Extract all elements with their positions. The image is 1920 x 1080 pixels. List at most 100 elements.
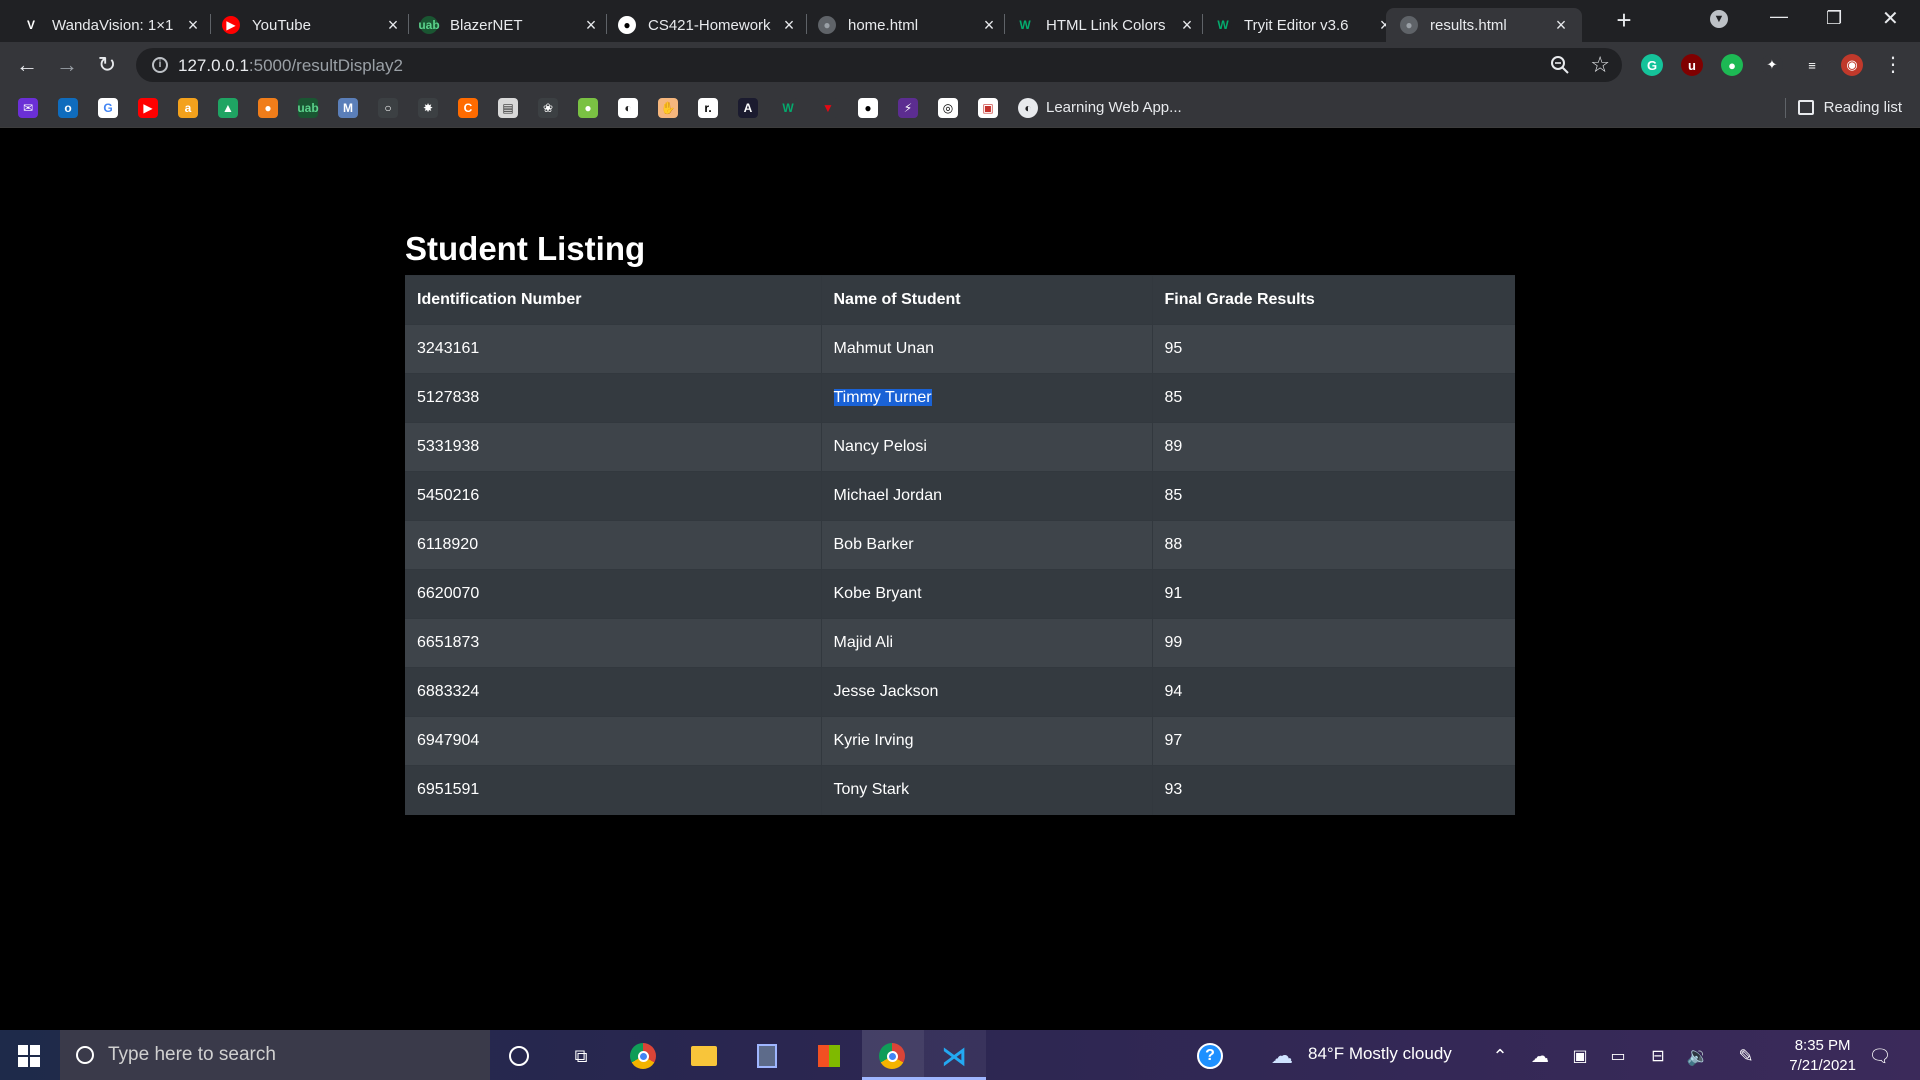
tab-close-icon[interactable]: × [980, 16, 998, 34]
bookmark-icon[interactable]: M [338, 98, 358, 118]
address-bar[interactable]: i 127.0.0.1:5000/resultDisplay2 ☆ [136, 48, 1622, 82]
extension-icon[interactable]: ◉ [1841, 54, 1863, 76]
bookmark-icon[interactable]: ▼ [818, 98, 838, 118]
tab-4[interactable]: ● CS421-Homework × [618, 8, 798, 42]
tab-6[interactable]: W HTML Link Colors × [1016, 8, 1196, 42]
cell-id-text: 5331938 [417, 438, 480, 455]
minimize-icon[interactable]: — [1770, 6, 1788, 27]
cell-grade-text: 97 [1164, 732, 1183, 749]
zoom-icon[interactable] [1550, 55, 1570, 75]
weather-cloud-icon[interactable]: ☁ [1268, 1042, 1296, 1070]
bookmark-icon[interactable]: ❀ [538, 98, 558, 118]
bookmark-icon[interactable]: o [58, 98, 78, 118]
url-text[interactable]: 127.0.0.1:5000/resultDisplay2 [178, 56, 403, 76]
bookmark-icon[interactable]: C [458, 98, 478, 118]
task-view-icon[interactable]: ⧉ [567, 1042, 595, 1070]
tab-1[interactable]: V WandaVision: 1×1 × [22, 8, 202, 42]
chrome-window-taskbar-icon[interactable] [878, 1042, 906, 1070]
cell-name-text: Kyrie Irving [833, 732, 914, 749]
file-explorer-icon[interactable] [690, 1042, 718, 1070]
tab-2[interactable]: ▶ YouTube × [222, 8, 402, 42]
bookmark-icon[interactable]: ▣ [978, 98, 998, 118]
bookmark-icon[interactable]: ● [258, 98, 278, 118]
new-tab-button[interactable]: + [1612, 7, 1636, 34]
extension-icon[interactable]: ≡ [1801, 54, 1823, 76]
bookmark-icon[interactable]: ○ [378, 98, 398, 118]
cell-grade: 88 [1151, 520, 1515, 570]
tab-close-icon[interactable]: × [1552, 16, 1570, 34]
extension-icon[interactable]: ● [1721, 54, 1743, 76]
bookmark-icon[interactable]: G [98, 98, 118, 118]
bookmark-icon[interactable]: uab [297, 98, 319, 118]
more-menu-icon[interactable]: ⋮ [1880, 52, 1906, 78]
extension-icon[interactable]: G [1641, 54, 1663, 76]
tray-chevron-icon[interactable]: ⌃ [1486, 1042, 1514, 1070]
chrome-taskbar-icon[interactable] [629, 1042, 657, 1070]
bookmark-icon[interactable]: ✉ [18, 98, 38, 118]
bookmark-icon[interactable]: ▤ [498, 98, 518, 118]
reading-list-label: Reading list [1823, 99, 1902, 116]
extension-icon[interactable]: ✦ [1761, 54, 1783, 76]
site-info-icon[interactable]: i [152, 57, 168, 73]
help-icon[interactable]: ? [1196, 1042, 1224, 1070]
meet-now-icon[interactable]: ▣ [1566, 1042, 1594, 1070]
reload-icon[interactable]: ↻ [94, 52, 120, 78]
onedrive-icon[interactable]: ☁ [1526, 1042, 1554, 1070]
bookmark-icon[interactable]: ✋ [658, 98, 678, 118]
bookmark-folder-icon[interactable]: ◐ [1018, 98, 1038, 118]
browser-toolbar: ← → ↻ i 127.0.0.1:5000/resultDisplay2 ☆ … [0, 42, 1920, 88]
network-icon[interactable]: ⊟ [1644, 1042, 1672, 1070]
bookmark-star-icon[interactable]: ☆ [1590, 52, 1610, 78]
bookmark-icon[interactable]: W [778, 98, 798, 118]
tab-3[interactable]: uab BlazerNET × [418, 8, 600, 42]
cell-name: Majid Ali [820, 618, 1152, 668]
clock-date: 7/21/2021 [1789, 1057, 1856, 1074]
column-header-grade: Final Grade Results [1151, 275, 1515, 325]
bookmark-icon[interactable]: ◎ [938, 98, 958, 118]
taskbar-clock[interactable]: 8:35 PM 7/21/2021 [1789, 1036, 1856, 1076]
taskbar-search-box[interactable]: Type here to search [60, 1030, 490, 1080]
extension-icon[interactable]: u [1681, 54, 1703, 76]
battery-icon[interactable]: ▭ [1604, 1042, 1632, 1070]
bookmark-icon[interactable]: A [738, 98, 758, 118]
windows-start-icon[interactable] [18, 1045, 40, 1067]
cell-id-text: 6118920 [417, 536, 479, 553]
bookmark-icon[interactable]: a [178, 98, 198, 118]
url-path: :5000/resultDisplay2 [248, 56, 403, 75]
tab-8[interactable]: ● results.html × [1386, 8, 1582, 42]
tab-close-icon[interactable]: × [780, 16, 798, 34]
tab-5[interactable]: ● home.html × [818, 8, 998, 42]
bookmark-icon[interactable]: ▲ [218, 98, 238, 118]
tab-close-icon[interactable]: × [384, 16, 402, 34]
cell-name-text: Kobe Bryant [833, 585, 922, 602]
bookmark-icon[interactable]: r. [698, 98, 718, 118]
restore-icon[interactable]: ❐ [1826, 8, 1842, 29]
tab-7[interactable]: W Tryit Editor v3.6 × [1214, 8, 1394, 42]
pen-icon[interactable]: ✎ [1732, 1042, 1760, 1070]
bookmark-icon[interactable]: ● [858, 98, 878, 118]
forward-icon[interactable]: → [54, 52, 80, 78]
bookmark-icon[interactable]: ◐ [618, 98, 638, 118]
clock-time: 8:35 PM [1794, 1037, 1851, 1054]
vscode-icon[interactable]: ⋊ [940, 1041, 968, 1071]
back-icon[interactable]: ← [14, 52, 40, 78]
bookmark-icon[interactable]: ✸ [418, 98, 438, 118]
calculator-icon[interactable] [753, 1042, 781, 1070]
cell-id: 5450216 [405, 471, 821, 521]
bookmark-icon[interactable]: ● [578, 98, 598, 118]
notifications-icon[interactable]: 🗨 [1866, 1042, 1894, 1070]
bookmark-icon[interactable]: ▶ [138, 98, 158, 118]
weather-text[interactable]: 84°F Mostly cloudy [1308, 1044, 1452, 1064]
bookmark-icon[interactable]: ⚡ [898, 98, 918, 118]
tab-close-icon[interactable]: × [1178, 16, 1196, 34]
tab-close-icon[interactable]: × [582, 16, 600, 34]
tab-close-icon[interactable]: × [184, 16, 202, 34]
reading-list-button[interactable]: Reading list [1797, 99, 1902, 116]
cell-id: 6651873 [405, 618, 821, 668]
volume-icon[interactable]: 🔉 [1684, 1042, 1712, 1070]
close-window-icon[interactable]: ✕ [1882, 6, 1899, 31]
bookmark-learning-web-app[interactable]: Learning Web App... [1046, 99, 1182, 116]
cortana-icon[interactable] [505, 1042, 533, 1070]
store-icon[interactable] [815, 1042, 843, 1070]
tab-search-icon[interactable]: ▼ [1710, 10, 1728, 28]
